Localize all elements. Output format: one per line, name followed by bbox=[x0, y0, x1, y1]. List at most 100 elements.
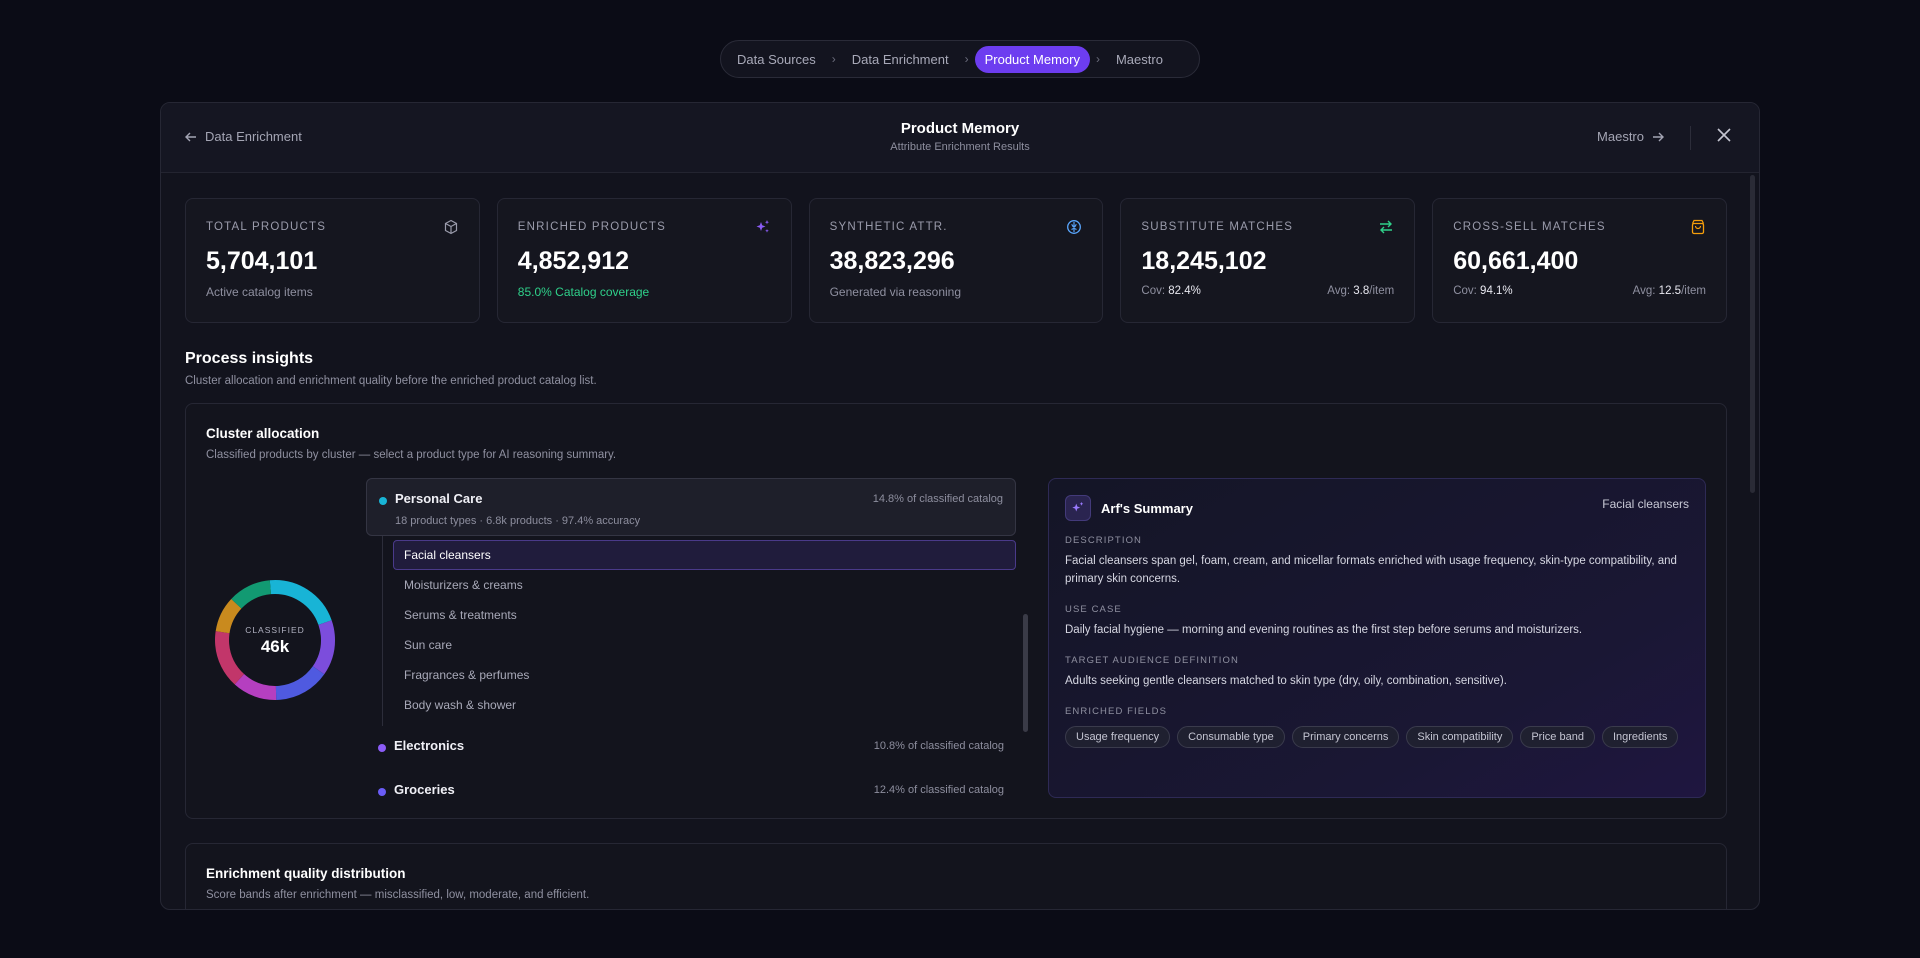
stat-label: ENRICHED PRODUCTS bbox=[517, 221, 666, 233]
enriched-fields-label: ENRICHED FIELDS bbox=[1065, 706, 1168, 717]
summary-title: Arf's Summary bbox=[1101, 500, 1193, 516]
cluster-share: 10.8% of classified catalog bbox=[873, 740, 1004, 752]
stat-value: 18,245,102 bbox=[1141, 247, 1267, 275]
coverage-value: 94.1% bbox=[1480, 285, 1513, 297]
cluster-share: 12.4% of classified catalog bbox=[873, 784, 1004, 796]
cluster-list[interactable]: Personal Care 14.8% of classified catalo… bbox=[366, 478, 1016, 798]
stat-card-enriched-products: ENRICHED PRODUCTS 4,852,912 85.0% Catalo… bbox=[496, 198, 792, 323]
forward-label: Maestro bbox=[1597, 129, 1644, 144]
close-icon bbox=[1717, 128, 1731, 142]
shopping-bag-icon bbox=[1691, 219, 1705, 235]
subtype-list: Facial cleansers Moisturizers & creams S… bbox=[382, 536, 1016, 726]
average-label: Avg: bbox=[1632, 285, 1656, 297]
field-chip: Usage frequency bbox=[1065, 726, 1171, 748]
brain-icon bbox=[1067, 220, 1082, 234]
modal-header: Data Enrichment Product Memory Attribute… bbox=[161, 103, 1759, 173]
close-button[interactable] bbox=[1715, 127, 1733, 145]
field-chip: Primary concerns bbox=[1291, 726, 1400, 748]
modal-title: Product Memory bbox=[900, 120, 1020, 137]
cube-icon bbox=[444, 219, 457, 235]
subtype-moisturizers[interactable]: Moisturizers & creams bbox=[393, 570, 1016, 600]
audience-label: TARGET AUDIENCE DEFINITION bbox=[1065, 655, 1239, 666]
cluster-subtitle: Classified products by cluster — select … bbox=[206, 449, 617, 461]
average-unit: /item bbox=[1369, 285, 1395, 297]
cluster-allocation-panel: Cluster allocation Classified products b… bbox=[185, 403, 1727, 819]
subtype-facial-cleansers[interactable]: Facial cleansers bbox=[393, 540, 1016, 570]
chevron-right-icon: › bbox=[964, 52, 969, 66]
subtype-fragrances[interactable]: Fragrances & perfumes bbox=[393, 660, 1016, 690]
stat-card-synthetic-attributes: SYNTHETIC ATTR. 38,823,296 Generated via… bbox=[808, 198, 1104, 323]
stat-coverage-row: Cov: 94.1% Avg: 12.5/item bbox=[1453, 285, 1706, 297]
step-product-memory[interactable]: Product Memory bbox=[974, 45, 1090, 73]
chevron-right-icon: › bbox=[831, 52, 836, 66]
stat-value: 5,704,101 bbox=[206, 247, 318, 275]
stat-label: SYNTHETIC ATTR. bbox=[829, 221, 948, 233]
average-label: Avg: bbox=[1327, 285, 1351, 297]
average-value: 3.8 bbox=[1353, 285, 1370, 297]
stat-label: TOTAL PRODUCTS bbox=[206, 221, 327, 233]
stat-value: 38,823,296 bbox=[829, 247, 955, 275]
cluster-item-electronics[interactable]: Electronics 10.8% of classified catalog bbox=[366, 726, 1016, 770]
insights-title: Process insights bbox=[185, 350, 314, 367]
stat-card-cross-sell-matches: CROSS-SELL MATCHES 60,661,400 Cov: 94.1%… bbox=[1432, 198, 1727, 323]
sparkles-icon bbox=[1072, 501, 1084, 512]
subtype-body-wash[interactable]: Body wash & shower bbox=[393, 690, 1016, 720]
modal-subtitle: Attribute Enrichment Results bbox=[890, 141, 1030, 153]
donut-label: CLASSIFIED bbox=[245, 625, 305, 635]
stat-card-substitute-matches: SUBSTITUTE MATCHES 18,245,102 Cov: 82.4%… bbox=[1120, 198, 1416, 323]
arrow-right-icon bbox=[1653, 132, 1664, 141]
stat-coverage-row: Cov: 82.4% Avg: 3.8/item bbox=[1141, 285, 1394, 297]
quality-distribution-panel: Enrichment quality distribution Score ba… bbox=[185, 843, 1727, 909]
average: Avg: 3.8/item bbox=[1327, 285, 1394, 297]
stat-card-total-products: TOTAL PRODUCTS 5,704,101 Active catalog … bbox=[185, 198, 480, 323]
average-unit: /item bbox=[1681, 285, 1706, 297]
sparkles-icon bbox=[756, 220, 769, 233]
arf-summary-card: Arf's Summary Facial cleansers DESCRIPTI… bbox=[1048, 478, 1706, 798]
coverage-label: Cov: bbox=[1453, 285, 1477, 297]
classified-donut: CLASSIFIED 46k bbox=[214, 579, 336, 701]
summary-badge bbox=[1065, 495, 1091, 521]
workflow-stepper: Data Sources › Data Enrichment › Product… bbox=[720, 40, 1200, 78]
stat-label: CROSS-SELL MATCHES bbox=[1453, 221, 1606, 233]
stats-row: TOTAL PRODUCTS 5,704,101 Active catalog … bbox=[185, 198, 1727, 323]
stat-value: 60,661,400 bbox=[1453, 247, 1579, 275]
summary-product-type: Facial cleansers bbox=[1602, 497, 1689, 511]
quality-title: Enrichment quality distribution bbox=[206, 866, 406, 881]
average: Avg: 12.5/item bbox=[1633, 285, 1706, 297]
step-data-enrichment[interactable]: Data Enrichment bbox=[842, 46, 959, 73]
chevron-right-icon: › bbox=[1095, 52, 1100, 66]
cluster-item-groceries[interactable]: Groceries 12.4% of classified catalog bbox=[366, 770, 1016, 798]
product-memory-modal: Data Enrichment Product Memory Attribute… bbox=[160, 102, 1760, 910]
donut-center: CLASSIFIED 46k bbox=[214, 625, 336, 657]
audience-text: Adults seeking gentle cleansers matched … bbox=[1065, 675, 1507, 687]
insights-subtitle: Cluster allocation and enrichment qualit… bbox=[185, 375, 597, 387]
field-chip: Price band bbox=[1520, 726, 1595, 748]
cluster-item-personal-care[interactable]: Personal Care 14.8% of classified catalo… bbox=[366, 478, 1016, 536]
modal-body: TOTAL PRODUCTS 5,704,101 Active catalog … bbox=[161, 174, 1759, 909]
header-divider bbox=[1690, 126, 1691, 150]
stat-note: Generated via reasoning bbox=[829, 285, 962, 299]
subtype-serums[interactable]: Serums & treatments bbox=[393, 600, 1016, 630]
stat-label: SUBSTITUTE MATCHES bbox=[1141, 221, 1294, 233]
swap-icon bbox=[1380, 220, 1393, 234]
field-chip: Skin compatibility bbox=[1406, 726, 1514, 748]
use-case-text: Daily facial hygiene — morning and eveni… bbox=[1065, 624, 1583, 636]
forward-button[interactable]: Maestro bbox=[1597, 129, 1664, 144]
step-maestro[interactable]: Maestro bbox=[1106, 46, 1173, 73]
use-case-label: USE CASE bbox=[1065, 604, 1122, 615]
description-label: DESCRIPTION bbox=[1065, 535, 1143, 546]
coverage-value: 82.4% bbox=[1168, 285, 1201, 297]
cluster-title: Cluster allocation bbox=[206, 426, 320, 441]
subtype-sun-care[interactable]: Sun care bbox=[393, 630, 1016, 660]
cluster-share: 14.8% of classified catalog bbox=[872, 493, 1003, 505]
donut-value: 46k bbox=[260, 637, 290, 656]
coverage: Cov: 82.4% bbox=[1141, 285, 1200, 297]
cluster-meta: 18 product types · 6.8k products · 97.4%… bbox=[395, 515, 641, 527]
cluster-list-scrollbar[interactable] bbox=[1023, 614, 1028, 732]
cluster-dot bbox=[378, 788, 386, 796]
field-chip: Ingredients bbox=[1601, 726, 1679, 748]
step-data-sources[interactable]: Data Sources bbox=[727, 46, 826, 73]
coverage-label: Cov: bbox=[1141, 285, 1166, 297]
cluster-dot bbox=[379, 497, 387, 505]
description-text: Facial cleansers span gel, foam, cream, … bbox=[1065, 555, 1677, 585]
